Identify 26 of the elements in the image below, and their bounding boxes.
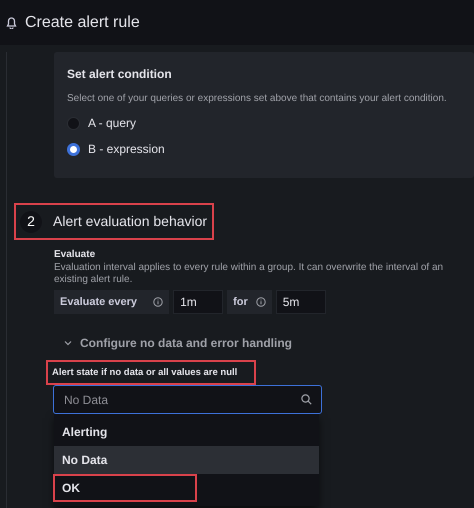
field-label: Alert state if no data or all values are null [46,360,256,385]
info-icon[interactable] [256,297,266,307]
interval-input[interactable]: 1m [173,290,224,314]
label-text: Evaluate every [60,294,138,310]
section-title: Alert evaluation behavior [53,212,208,231]
state-select[interactable]: No Data [53,385,322,414]
pending-period-input[interactable]: 5m [276,290,326,314]
step-number: 2 [20,210,42,232]
page-title: Create alert rule [25,12,140,32]
search-icon [301,394,312,405]
label-text: for [233,294,248,310]
evaluate-label: Evaluate [54,248,96,262]
chevron-icon [64,340,72,346]
radio-button[interactable] [67,142,80,156]
menu-option[interactable]: OK [53,474,197,502]
card-title: Set alert condition [67,66,173,83]
radio-button[interactable] [67,116,80,130]
menu-option[interactable]: Alerting [54,418,319,446]
info-icon[interactable] [153,297,164,307]
collapse-toggle[interactable]: Configure no data and error handling [64,334,474,352]
option-label: B - expression [88,141,165,158]
option-label: A - query [88,115,136,132]
evaluate-description: Evaluation interval applies to every rule within a group. It can overwrite the interval of an existing alert rule. [54,262,444,286]
card-description: Select one of your queries or expressions set above that contains your alert condition. [67,92,448,106]
menu-option[interactable]: No Data [54,446,319,474]
bell-icon [6,16,17,28]
